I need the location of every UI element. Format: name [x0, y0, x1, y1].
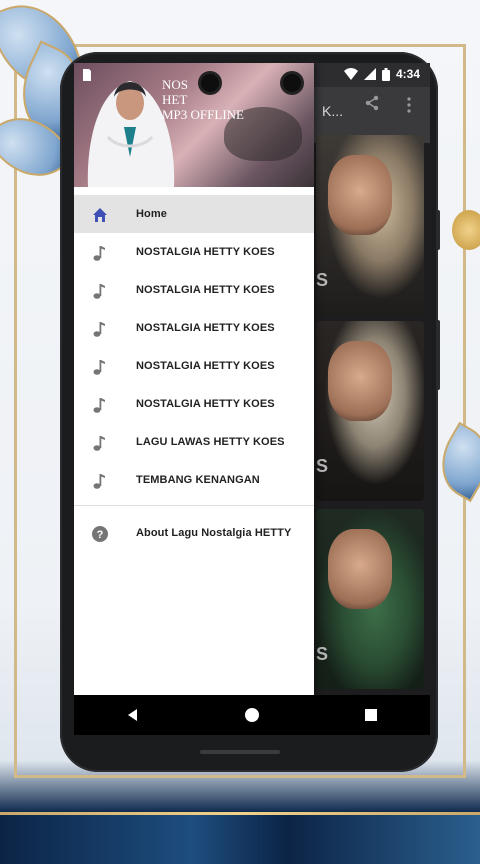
- svg-text:?: ?: [97, 529, 104, 541]
- status-time: 4:34: [395, 67, 420, 81]
- card-face: [328, 529, 392, 609]
- drawer-item-label: NOSTALGIA HETTY KOES: [136, 284, 275, 296]
- card-label: S: [316, 644, 329, 664]
- song-card[interactable]: S: [316, 509, 424, 689]
- help-circle-icon: ?: [92, 526, 108, 542]
- drawer-item-label: LAGU LAWAS HETTY KOES: [136, 436, 285, 448]
- drawer-item-label: TEMBANG KENANGAN: [136, 474, 260, 486]
- song-card[interactable]: S: [316, 321, 424, 501]
- front-camera: [283, 74, 301, 92]
- status-icons: 4:34: [343, 67, 420, 81]
- recents-icon: [364, 709, 377, 721]
- back-button[interactable]: [113, 700, 153, 730]
- drawer-item-song[interactable]: NOSTALGIA HETTY KOES: [74, 233, 314, 271]
- card-face: [328, 155, 392, 235]
- drawer-item-home[interactable]: Home: [74, 195, 314, 233]
- phone-screen: K... S S S NOS HET MP3 OFFLINE Home NOST…: [74, 63, 430, 695]
- drawer-item-label: NOSTALGIA HETTY KOES: [136, 322, 275, 334]
- drawer-item-label: Home: [136, 208, 167, 220]
- drawer-item-song[interactable]: LAGU LAWAS HETTY KOES: [74, 423, 314, 461]
- song-card[interactable]: S: [316, 135, 424, 315]
- recents-button[interactable]: [351, 700, 391, 730]
- music-note-icon: [93, 436, 105, 451]
- music-note-icon: [93, 360, 105, 375]
- card-label: S: [316, 456, 329, 476]
- sim-card-icon: [83, 69, 91, 81]
- navigation-drawer: NOS HET MP3 OFFLINE Home NOSTALGIA HETTY…: [74, 63, 314, 695]
- card-label: S: [316, 270, 329, 290]
- front-camera: [201, 74, 219, 92]
- decorative-bottom-band: [0, 812, 480, 864]
- app-bar-title: K...: [322, 103, 344, 119]
- home-circle-icon: [244, 708, 259, 722]
- wifi-icon: [343, 68, 358, 80]
- battery-icon: [381, 67, 390, 81]
- signal-icon: [363, 68, 376, 80]
- card-face: [328, 341, 392, 421]
- back-icon: [128, 709, 138, 721]
- share-icon[interactable]: [364, 95, 380, 116]
- music-note-icon: [93, 246, 105, 261]
- phone-speaker: [200, 750, 280, 754]
- drawer-item-song[interactable]: NOSTALGIA HETTY KOES: [74, 385, 314, 423]
- drawer-item-about[interactable]: ? About Lagu Nostalgia HETTY: [74, 514, 314, 552]
- home-icon: [93, 208, 107, 222]
- drawer-item-song[interactable]: NOSTALGIA HETTY KOES: [74, 347, 314, 385]
- music-note-icon: [93, 474, 105, 489]
- drawer-item-label: About Lagu Nostalgia HETTY: [136, 527, 292, 539]
- drawer-menu: Home NOSTALGIA HETTY KOES NOSTALGIA HETT…: [74, 195, 314, 552]
- more-vert-icon[interactable]: [406, 97, 412, 118]
- drawer-item-label: NOSTALGIA HETTY KOES: [136, 398, 275, 410]
- drawer-item-song[interactable]: TEMBANG KENANGAN: [74, 461, 314, 499]
- drawer-divider: [74, 505, 314, 506]
- drawer-item-label: NOSTALGIA HETTY KOES: [136, 246, 275, 258]
- phone-side-button: [436, 210, 440, 250]
- phone-side-button: [436, 320, 440, 390]
- music-note-icon: [93, 284, 105, 299]
- music-note-icon: [93, 322, 105, 337]
- drawer-item-song[interactable]: NOSTALGIA HETTY KOES: [74, 271, 314, 309]
- music-note-icon: [93, 398, 105, 413]
- decorative-gold-dot: [452, 210, 480, 250]
- system-nav-bar: [74, 695, 430, 735]
- home-button[interactable]: [232, 700, 272, 730]
- drawer-item-label: NOSTALGIA HETTY KOES: [136, 360, 275, 372]
- status-bar: 4:34: [74, 63, 430, 87]
- drawer-item-song[interactable]: NOSTALGIA HETTY KOES: [74, 309, 314, 347]
